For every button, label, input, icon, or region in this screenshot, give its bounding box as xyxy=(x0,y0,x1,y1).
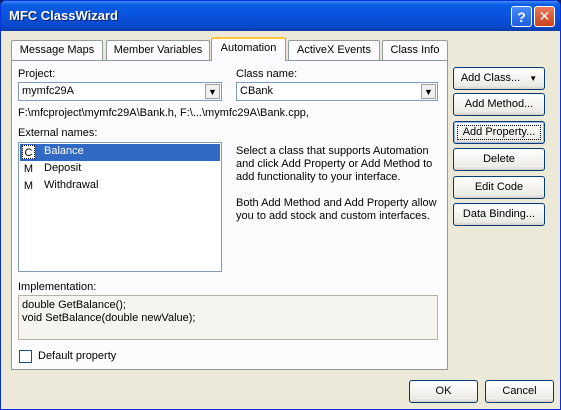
info-text-line: you to add stock and custom interfaces. xyxy=(236,210,430,222)
add-property-button[interactable]: Add Property... xyxy=(453,121,545,144)
chevron-down-icon: ▼ xyxy=(529,74,538,83)
implementation-box: double GetBalance(); void SetBalance(dou… xyxy=(18,295,438,340)
class-name-dropdown-icon[interactable]: ▼ xyxy=(421,84,436,99)
help-button[interactable]: ? xyxy=(511,6,532,27)
tab-automation[interactable]: Automation xyxy=(211,37,286,61)
external-names-list[interactable]: C Balance M Deposit M Withdrawal xyxy=(18,142,222,272)
tab-message-maps[interactable]: Message Maps xyxy=(11,40,103,60)
class-name-combo[interactable]: CBank ▼ xyxy=(236,82,438,101)
item-type-code: C xyxy=(22,145,35,159)
cancel-button[interactable]: Cancel xyxy=(485,380,554,403)
list-item[interactable]: M Deposit xyxy=(20,161,220,178)
info-text-line: add functionality to your interface. xyxy=(236,171,401,183)
tab-activex-events[interactable]: ActiveX Events xyxy=(288,40,380,60)
info-text-line: Both Add Method and Add Property allow xyxy=(236,197,437,209)
info-text-line: Select a class that supports Automation xyxy=(236,145,429,157)
project-value: mymfc29A xyxy=(22,85,74,97)
item-type-code: M xyxy=(23,163,34,175)
mfc-classwizard-dialog: MFC ClassWizard ? ✕ Message Maps Member … xyxy=(0,0,561,410)
implementation-line: void SetBalance(double newValue); xyxy=(22,312,196,324)
add-class-label: Add Class... xyxy=(460,72,521,84)
close-icon: ✕ xyxy=(538,8,551,24)
info-text-line: and click Add Property or Add Method to xyxy=(236,158,433,170)
edit-code-button[interactable]: Edit Code xyxy=(453,176,545,199)
add-class-button[interactable]: Add Class... ▼ xyxy=(453,67,545,90)
ok-button[interactable]: OK xyxy=(409,380,478,403)
project-combo[interactable]: mymfc29A ▼ xyxy=(18,82,222,101)
default-property-label: Default property xyxy=(38,350,117,362)
tab-class-info[interactable]: Class Info xyxy=(382,40,448,60)
dialog-client-area: Message Maps Member Variables Automation… xyxy=(4,31,557,407)
add-method-button[interactable]: Add Method... xyxy=(453,93,545,116)
item-name: Withdrawal xyxy=(44,179,99,191)
automation-tab-panel: Project: mymfc29A ▼ Class name: CBank ▼ … xyxy=(11,60,448,370)
close-button[interactable]: ✕ xyxy=(534,6,555,27)
item-name: Deposit xyxy=(44,162,82,174)
file-path: F:\mfcproject\mymfc29A\Bank.h, F:\...\my… xyxy=(18,107,309,119)
list-item[interactable]: C Balance xyxy=(20,144,220,161)
implementation-line: double GetBalance(); xyxy=(22,299,126,311)
title-bar[interactable]: MFC ClassWizard ? ✕ xyxy=(1,1,560,31)
data-binding-button[interactable]: Data Binding... xyxy=(453,203,545,226)
focus-rectangle xyxy=(457,125,541,140)
class-name-value: CBank xyxy=(240,85,274,97)
item-type-code: M xyxy=(23,180,34,192)
project-label: Project: xyxy=(18,68,56,80)
tab-member-variables[interactable]: Member Variables xyxy=(106,40,210,60)
list-item[interactable]: M Withdrawal xyxy=(20,178,220,195)
window-title: MFC ClassWizard xyxy=(9,8,118,23)
help-icon: ? xyxy=(517,8,526,25)
external-names-label: External names: xyxy=(18,127,98,139)
project-dropdown-icon[interactable]: ▼ xyxy=(205,84,220,99)
item-name: Balance xyxy=(44,145,84,157)
implementation-label: Implementation: xyxy=(18,281,97,293)
delete-button[interactable]: Delete xyxy=(453,148,545,171)
default-property-checkbox[interactable] xyxy=(19,350,32,363)
class-name-label: Class name: xyxy=(236,68,298,80)
